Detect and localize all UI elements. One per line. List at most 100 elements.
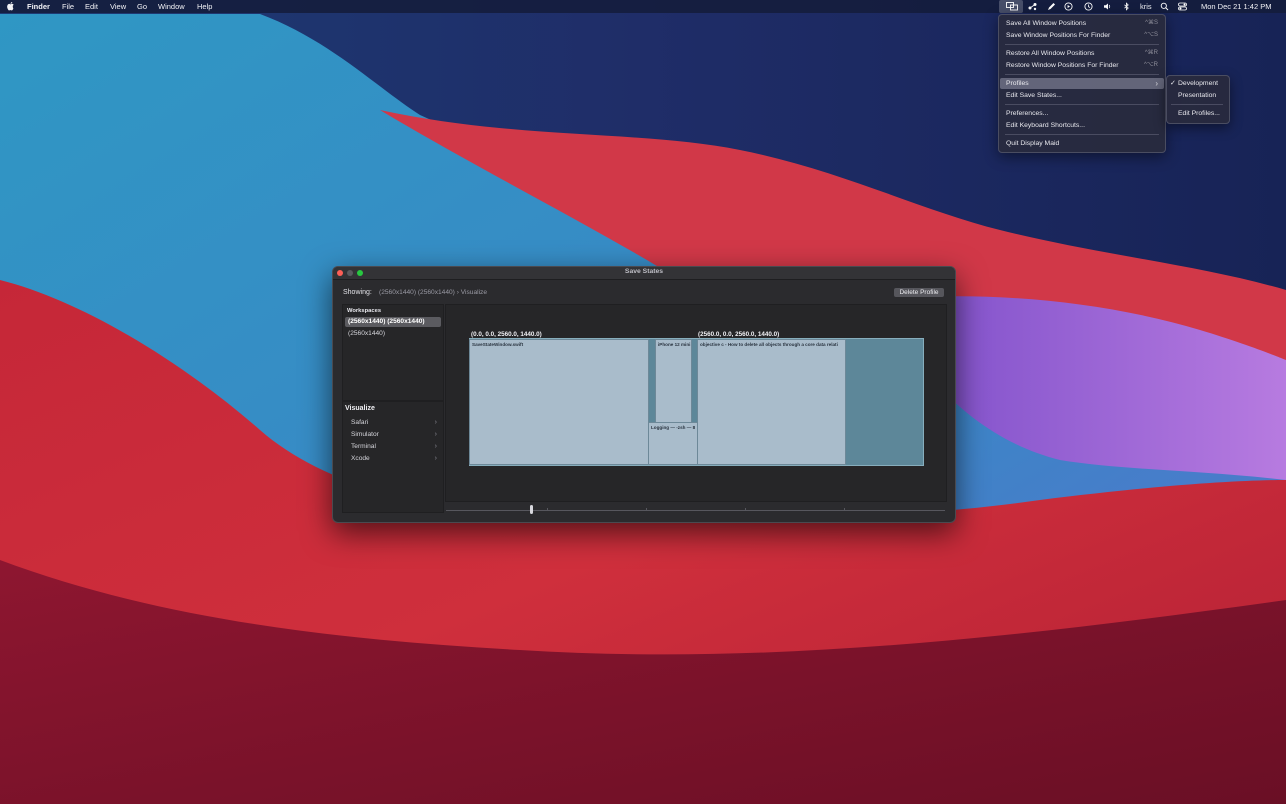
breadcrumb: (2560x1440) (2560x1440) › Visualize — [379, 289, 488, 296]
visualize-item-label: Terminal — [351, 443, 376, 450]
showing-label: Showing: — [343, 289, 372, 296]
timeline-slider-knob[interactable] — [530, 505, 533, 514]
menu-item-label: Save Window Positions For Finder — [1006, 32, 1111, 39]
visualize-item-simulator[interactable]: Simulator › — [351, 429, 439, 440]
window-titlebar[interactable]: Save States — [333, 267, 955, 280]
menu-item-label: Restore All Window Positions — [1006, 50, 1095, 57]
workspace-item-label: (2560x1440) — [348, 330, 386, 337]
menu-item-label: Profiles — [1006, 80, 1029, 87]
pen-icon[interactable] — [1047, 2, 1056, 11]
visualize-header: Visualize — [345, 405, 375, 412]
menubar-window[interactable]: Window — [158, 2, 185, 11]
chevron-right-icon: › — [434, 455, 437, 462]
submenu-item-edit-profiles[interactable]: Edit Profiles... — [1168, 108, 1228, 119]
menubar-clock[interactable]: Mon Dec 21 1:42 PM — [1201, 2, 1271, 11]
bluetooth-icon[interactable] — [1122, 2, 1131, 11]
menu-item-label: Edit Keyboard Shortcuts... — [1006, 122, 1085, 129]
display-label: (2560.0, 0.0, 2560.0, 1440.0) — [698, 331, 780, 338]
chevron-right-icon: › — [434, 419, 437, 426]
menu-item-profiles[interactable]: Profiles › — [1000, 78, 1164, 89]
menubar-view[interactable]: View — [110, 2, 126, 11]
timeline-slider-track[interactable] — [446, 510, 945, 511]
slider-tick — [844, 508, 845, 511]
play-circle-icon[interactable] — [1064, 2, 1073, 11]
menu-item-label: Quit Display Maid — [1006, 140, 1060, 147]
apple-menu-icon[interactable] — [7, 1, 15, 11]
window-rect[interactable]: Logging — -zsh — 8 — [648, 422, 698, 465]
window-rect[interactable]: iPhone 12 mini — [655, 339, 692, 423]
menubar-app-name[interactable]: Finder — [27, 2, 50, 11]
menu-item-edit-keyboard-shortcuts[interactable]: Edit Keyboard Shortcuts... — [1000, 120, 1164, 131]
menu-separator — [1171, 104, 1223, 105]
slider-tick — [547, 508, 548, 511]
menu-item-label: Preferences... — [1006, 110, 1049, 117]
display-label: (0.0, 0.0, 2560.0, 1440.0) — [471, 331, 542, 338]
visualize-item-label: Xcode — [351, 455, 370, 462]
submenu-item-label: Development — [1178, 80, 1219, 87]
menu-item-label: Save All Window Positions — [1006, 20, 1087, 27]
menu-separator — [1005, 44, 1159, 45]
menubar-go[interactable]: Go — [137, 2, 147, 11]
menu-item-save-window-positions-for-finder[interactable]: Save Window Positions For Finder ^⌥S — [1000, 30, 1164, 41]
submenu-item-label: Presentation — [1178, 92, 1217, 99]
slider-tick — [646, 508, 647, 511]
window-rect-title: SaveStateWindow.swift — [472, 342, 524, 347]
menu-separator — [1005, 104, 1159, 105]
visualize-list: Visualize Safari › Simulator › Terminal … — [342, 401, 444, 513]
submenu-item-development[interactable]: ✓ Development — [1168, 78, 1228, 89]
save-states-window: Save States Showing: (2560x1440) (2560x1… — [332, 266, 956, 523]
share-icon[interactable] — [1028, 2, 1037, 11]
menu-item-preferences[interactable]: Preferences... — [1000, 108, 1164, 119]
chevron-right-icon: › — [1155, 79, 1158, 88]
menubar-user-name[interactable]: kris — [1140, 2, 1152, 11]
workspace-item[interactable]: (2560x1440) — [345, 329, 441, 339]
menu-separator — [1005, 74, 1159, 75]
menu-item-label: Restore Window Positions For Finder — [1006, 62, 1119, 69]
menu-bar: Finder File Edit View Go Window Help kri… — [0, 0, 1286, 13]
time-machine-icon[interactable] — [1084, 2, 1093, 11]
menu-item-restore-all-window-positions[interactable]: Restore All Window Positions ^⌘R — [1000, 48, 1164, 59]
menu-item-shortcut: ^⌘R — [1144, 50, 1158, 56]
visualize-item-safari[interactable]: Safari › — [351, 417, 439, 428]
display-maid-menu: Save All Window Positions ^⌘S Save Windo… — [998, 14, 1166, 153]
menu-item-label: Edit Save States... — [1006, 92, 1062, 99]
chevron-right-icon: › — [434, 443, 437, 450]
search-icon[interactable] — [1160, 2, 1169, 11]
control-center-icon[interactable] — [1178, 2, 1187, 11]
menubar-file[interactable]: File — [62, 2, 74, 11]
submenu-item-label: Edit Profiles... — [1178, 110, 1220, 117]
window-rect-title: iPhone 12 mini — [658, 342, 691, 347]
window-rect[interactable]: SaveStateWindow.swift — [469, 339, 649, 465]
checkmark-icon: ✓ — [1170, 80, 1176, 87]
menu-item-shortcut: ^⌥S — [1144, 32, 1158, 38]
workspaces-list: Workspaces (2560x1440) (2560x1440) (2560… — [342, 304, 444, 401]
menu-item-shortcut: ^⌘S — [1145, 20, 1158, 26]
menu-separator — [1005, 134, 1159, 135]
menu-item-save-all-window-positions[interactable]: Save All Window Positions ^⌘S — [1000, 18, 1164, 29]
workspace-item-label: (2560x1440) (2560x1440) — [348, 318, 425, 325]
chevron-right-icon: › — [434, 431, 437, 438]
visualize-item-terminal[interactable]: Terminal › — [351, 441, 439, 452]
workspaces-header: Workspaces — [347, 308, 382, 314]
slider-tick — [745, 508, 746, 511]
menu-item-restore-window-positions-for-finder[interactable]: Restore Window Positions For Finder ^⌥R — [1000, 60, 1164, 71]
workspace-item[interactable]: (2560x1440) (2560x1440) — [345, 317, 441, 327]
display-maid-icon[interactable] — [1006, 2, 1018, 11]
visualize-item-xcode[interactable]: Xcode › — [351, 453, 439, 464]
visualization-canvas: (0.0, 0.0, 2560.0, 1440.0) (2560.0, 0.0,… — [445, 304, 947, 502]
visualize-item-label: Simulator — [351, 431, 379, 438]
window-rect-title: objective c - How to delete all objects … — [700, 342, 838, 347]
window-rect-title: Logging — -zsh — 8 — [651, 425, 696, 430]
profiles-submenu: ✓ Development Presentation Edit Profiles… — [1166, 75, 1230, 124]
submenu-item-presentation[interactable]: Presentation — [1168, 90, 1228, 101]
menubar-help[interactable]: Help — [197, 2, 212, 11]
menubar-edit[interactable]: Edit — [85, 2, 98, 11]
delete-profile-button[interactable]: Delete Profile — [894, 288, 944, 297]
volume-icon[interactable] — [1103, 2, 1112, 11]
window-rect[interactable]: objective c - How to delete all objects … — [697, 339, 846, 465]
visualize-item-label: Safari — [351, 419, 369, 426]
menu-item-edit-save-states[interactable]: Edit Save States... — [1000, 90, 1164, 101]
window-title: Save States — [624, 268, 664, 275]
menu-item-quit-display-maid[interactable]: Quit Display Maid — [1000, 138, 1164, 149]
menu-item-shortcut: ^⌥R — [1143, 62, 1158, 68]
